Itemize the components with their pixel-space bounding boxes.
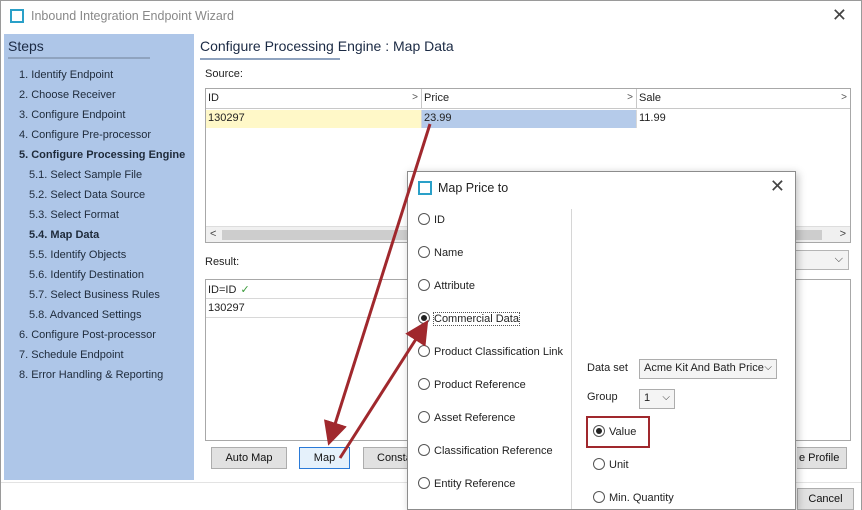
step-item[interactable]: 5.7. Select Business Rules	[29, 289, 160, 301]
chevron-right-icon: >	[412, 92, 418, 103]
dialog-icon	[418, 181, 432, 195]
scroll-right-icon[interactable]: >	[840, 228, 846, 240]
chevron-right-icon: >	[627, 92, 633, 103]
group-label: Group	[587, 391, 618, 403]
radio-icon	[418, 411, 430, 423]
cancel-button[interactable]: Cancel	[797, 488, 854, 510]
group-value: 1	[644, 392, 651, 404]
radio-icon	[418, 345, 430, 357]
close-icon[interactable]: ✕	[770, 176, 785, 197]
result-header-label: ID=ID	[208, 284, 237, 296]
step-item[interactable]: 8. Error Handling & Reporting	[19, 369, 163, 381]
chevron-down-icon: ⌵	[834, 253, 843, 265]
step-item[interactable]: 5.5. Identify Objects	[29, 249, 126, 261]
dialog-divider	[571, 209, 572, 509]
steps-panel: Steps 1. Identify Endpoint 2. Choose Rec…	[4, 34, 194, 480]
step-item[interactable]: 5.1. Select Sample File	[29, 169, 142, 181]
auto-map-button[interactable]: Auto Map	[211, 447, 287, 469]
dataset-select[interactable]: Acme Kit And Bath Price ⌵	[639, 359, 777, 379]
option-label: Product Classification Link	[434, 346, 564, 358]
chevron-right-icon: >	[841, 92, 847, 103]
close-icon[interactable]: ✕	[832, 5, 847, 26]
source-column-header[interactable]: ID >	[206, 89, 422, 109]
radio-selected-icon	[418, 312, 430, 324]
step-item[interactable]: 7. Schedule Endpoint	[19, 349, 124, 361]
source-cell-id[interactable]: 130297	[206, 110, 422, 128]
option-asset-reference-radio[interactable]: Asset Reference	[418, 411, 515, 424]
dataset-label: Data set	[587, 362, 628, 374]
option-classification-reference-radio[interactable]: Classification Reference	[418, 444, 553, 457]
group-select[interactable]: 1 ⌵	[639, 389, 675, 409]
steps-header-underline	[8, 57, 150, 59]
step-item-current[interactable]: 5.4. Map Data	[29, 229, 99, 241]
min-quantity-radio[interactable]: Min. Quantity	[593, 491, 674, 504]
page-title: Configure Processing Engine : Map Data	[200, 38, 454, 54]
chevron-down-icon: ⌵	[662, 392, 670, 403]
source-column-header-label: Price	[424, 92, 450, 104]
chevron-down-icon: ⌵	[764, 362, 772, 373]
option-product-classification-link-radio[interactable]: Product Classification Link	[418, 345, 563, 358]
save-profile-button[interactable]: e Profile	[797, 447, 847, 469]
step-item-current[interactable]: 5. Configure Processing Engine	[19, 149, 185, 161]
source-cell-price[interactable]: 23.99	[422, 110, 637, 128]
source-label: Source:	[205, 68, 243, 80]
step-item[interactable]: 1. Identify Endpoint	[19, 69, 113, 81]
source-column-header[interactable]: Price >	[422, 89, 637, 109]
constant-button[interactable]: Consta	[363, 447, 409, 469]
radio-icon	[418, 444, 430, 456]
step-item[interactable]: 5.6. Identify Destination	[29, 269, 144, 281]
radio-icon	[593, 491, 605, 503]
radio-icon	[418, 279, 430, 291]
source-column-header-label: Sale	[639, 92, 662, 104]
option-attribute-radio[interactable]: Attribute	[418, 279, 475, 292]
window-icon	[10, 9, 24, 23]
option-label: Asset Reference	[434, 412, 516, 424]
option-entity-reference-radio[interactable]: Entity Reference	[418, 477, 515, 490]
scroll-left-icon[interactable]: <	[210, 228, 216, 240]
option-label: Min. Quantity	[609, 492, 674, 504]
window-title: Inbound Integration Endpoint Wizard	[31, 9, 234, 23]
radio-icon	[418, 378, 430, 390]
source-column-header[interactable]: Sale >	[637, 89, 850, 109]
unit-radio[interactable]: Unit	[593, 458, 629, 471]
radio-icon	[418, 477, 430, 489]
dataset-value: Acme Kit And Bath Price	[644, 362, 764, 374]
option-label: Entity Reference	[434, 478, 516, 490]
map-button[interactable]: Map	[299, 447, 350, 469]
page-title-underline	[200, 58, 340, 60]
option-label: Unit	[609, 459, 629, 471]
step-item[interactable]: 6. Configure Post-processor	[19, 329, 156, 341]
result-label: Result:	[205, 256, 240, 268]
option-label: Classification Reference	[434, 445, 553, 457]
option-commercial-data-radio[interactable]: Commercial Data	[418, 312, 520, 326]
option-label: Name	[434, 247, 464, 259]
step-item[interactable]: 3. Configure Endpoint	[19, 109, 125, 121]
option-label: ID	[434, 214, 445, 226]
source-column-header-label: ID	[208, 92, 219, 104]
radio-icon	[418, 213, 430, 225]
step-item[interactable]: 5.2. Select Data Source	[29, 189, 145, 201]
option-name-radio[interactable]: Name	[418, 246, 463, 259]
result-row[interactable]: 130297	[206, 299, 416, 318]
step-item[interactable]: 5.8. Advanced Settings	[29, 309, 142, 321]
value-highlight-box	[586, 416, 650, 448]
radio-icon	[418, 246, 430, 258]
step-item[interactable]: 4. Configure Pre-processor	[19, 129, 151, 141]
option-label: Commercial Data	[433, 312, 520, 326]
map-price-dialog: Map Price to ✕ ID Name Attribute Commerc…	[407, 171, 796, 510]
option-label: Product Reference	[434, 379, 526, 391]
option-id-radio[interactable]: ID	[418, 213, 445, 226]
radio-icon	[593, 458, 605, 470]
dialog-title: Map Price to	[438, 181, 509, 195]
step-item[interactable]: 5.3. Select Format	[29, 209, 119, 221]
checkmark-icon: ✓	[240, 284, 250, 296]
option-label: Attribute	[434, 280, 475, 292]
source-cell-sale[interactable]: 11.99	[637, 110, 850, 128]
option-product-reference-radio[interactable]: Product Reference	[418, 378, 526, 391]
step-item[interactable]: 2. Choose Receiver	[19, 89, 116, 101]
result-dropdown[interactable]: ⌵	[791, 250, 849, 270]
result-header[interactable]: ID=ID ✓	[206, 280, 416, 299]
title-bar: Inbound Integration Endpoint Wizard ✕	[1, 1, 861, 32]
steps-header: Steps	[8, 38, 44, 54]
